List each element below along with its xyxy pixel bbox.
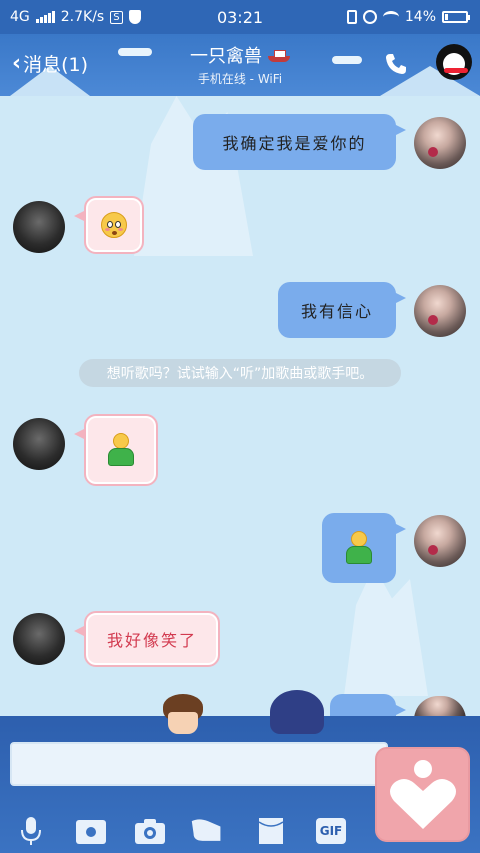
message-bubble-out[interactable] bbox=[322, 513, 406, 583]
input-panel: GIF bbox=[0, 690, 480, 853]
message-text: 我确定我是爱你的 bbox=[222, 134, 367, 153]
cartoon-girl-icon bbox=[270, 690, 324, 734]
network-type: 4G bbox=[10, 9, 30, 25]
photo-icon[interactable] bbox=[74, 814, 108, 848]
message-bubble-out[interactable]: 我有信心 bbox=[278, 282, 406, 338]
flushed-face-icon bbox=[101, 212, 127, 238]
mic-icon[interactable] bbox=[14, 814, 48, 848]
profile-penguin-icon[interactable] bbox=[436, 44, 472, 80]
chat-header: ‹ 消息(1) 一只禽兽 手机在线 - WiFi bbox=[0, 34, 480, 96]
boat-icon bbox=[268, 48, 290, 62]
my-avatar[interactable] bbox=[414, 696, 466, 716]
my-avatar[interactable] bbox=[414, 285, 466, 337]
message-bubble-in[interactable] bbox=[74, 414, 158, 486]
battery-percent: 14% bbox=[404, 9, 436, 25]
input-toolbar: GIF bbox=[0, 810, 480, 853]
system-tip[interactable]: 想听歌吗？试试输入“听”加歌曲或歌手吧。 bbox=[79, 359, 401, 387]
network-speed: 2.7K/s bbox=[60, 9, 105, 25]
message-input[interactable] bbox=[10, 742, 388, 786]
contact-avatar[interactable] bbox=[13, 613, 65, 665]
chat-area[interactable]: 我确定我是爱你的 我有信心 想听歌吗？试试输入“听”加歌曲或歌手吧。 我好像笑了 bbox=[0, 96, 480, 716]
message-bubble-in[interactable] bbox=[74, 196, 144, 254]
my-avatar[interactable] bbox=[414, 117, 466, 169]
alarm-icon bbox=[362, 10, 377, 24]
message-bubble-in[interactable]: 我好像笑了 bbox=[74, 611, 220, 667]
status-bar: 4G 2.7K/s S 03:21 14% bbox=[0, 0, 480, 34]
shield-icon bbox=[128, 10, 141, 24]
chat-title[interactable]: 一只禽兽 bbox=[190, 42, 290, 68]
my-avatar[interactable] bbox=[414, 515, 466, 567]
gif-label: GIF bbox=[315, 818, 347, 844]
phone-call-icon[interactable] bbox=[384, 52, 408, 80]
gif-icon[interactable]: GIF bbox=[314, 814, 348, 848]
contact-name: 一只禽兽 bbox=[190, 46, 262, 67]
contact-avatar[interactable] bbox=[13, 201, 65, 253]
person-emoji-icon bbox=[345, 531, 373, 565]
message-bubble-out[interactable]: 我确定我是爱你的 bbox=[193, 114, 406, 170]
signal-icon bbox=[35, 11, 55, 23]
file-icon[interactable] bbox=[254, 814, 288, 848]
online-status: 手机在线 - WiFi bbox=[197, 72, 283, 86]
person-emoji-icon bbox=[107, 433, 135, 467]
message-text: 我好像笑了 bbox=[106, 631, 197, 650]
hongbao-icon[interactable] bbox=[190, 814, 224, 848]
wifi-icon bbox=[382, 11, 399, 23]
contact-avatar[interactable] bbox=[13, 418, 65, 470]
message-text: 我有信心 bbox=[300, 302, 373, 321]
camera-icon[interactable] bbox=[133, 814, 167, 848]
battery-icon bbox=[442, 11, 470, 23]
message-bubble-out-partial[interactable] bbox=[330, 694, 406, 716]
vibrate-icon bbox=[346, 10, 357, 24]
cartoon-boy-face bbox=[168, 712, 198, 734]
sim-icon: S bbox=[110, 10, 123, 24]
